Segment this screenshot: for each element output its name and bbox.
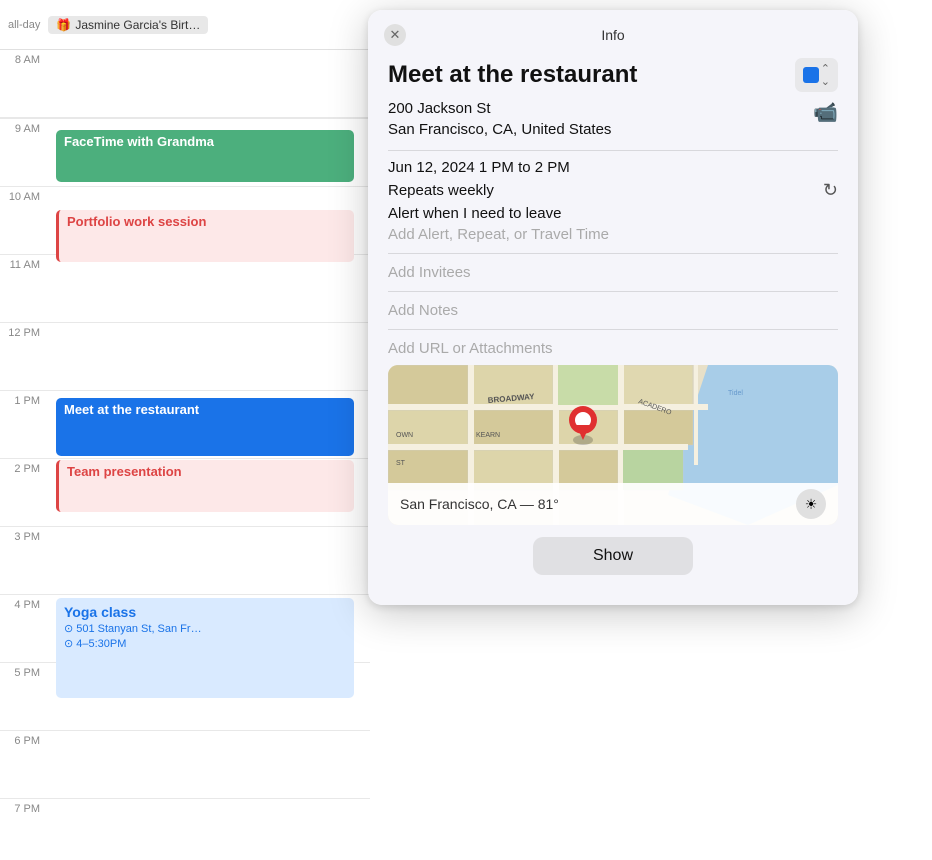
map-location-text: San Francisco, CA — 81° bbox=[400, 496, 559, 512]
popup-alert-row: Alert when I need to leave bbox=[388, 205, 838, 222]
popup-add-alert-text: Add Alert, Repeat, or Travel Time bbox=[388, 226, 609, 243]
popup-divider-1 bbox=[388, 150, 838, 151]
popup-body: Meet at the restaurant ⌃⌄ 200 Jackson St… bbox=[368, 50, 858, 605]
time-10am: 10 AM bbox=[0, 187, 48, 203]
popup-event-title: Meet at the restaurant bbox=[388, 61, 637, 89]
location-line1: 200 Jackson St bbox=[388, 98, 611, 119]
birthday-icon: 🎁 bbox=[56, 18, 71, 32]
portfolio-event-title: Portfolio work session bbox=[67, 214, 206, 229]
clock-icon: ⊙ bbox=[64, 637, 73, 650]
all-day-event[interactable]: 🎁 Jasmine Garcia's Birt… bbox=[48, 16, 208, 34]
map-status-bar: San Francisco, CA — 81° ☀ bbox=[388, 483, 838, 525]
time-8am: 8 AM bbox=[0, 54, 48, 66]
popup-divider-4 bbox=[388, 329, 838, 330]
yoga-event[interactable]: Yoga class ⊙ 501 Stanyan St, San Fr… ⊙ 4… bbox=[56, 598, 354, 698]
restaurant-event[interactable]: Meet at the restaurant bbox=[56, 398, 354, 456]
popup-date-time: Jun 12, 2024 1 PM to 2 PM bbox=[388, 159, 570, 176]
all-day-event-text: Jasmine Garcia's Birt… bbox=[75, 18, 200, 32]
popup-divider-2 bbox=[388, 253, 838, 254]
time-12pm: 12 PM bbox=[0, 323, 48, 339]
popup-alert-text: Alert when I need to leave bbox=[388, 205, 561, 222]
repeat-icon: ↻ bbox=[823, 180, 838, 201]
portfolio-event[interactable]: Portfolio work session bbox=[56, 210, 354, 262]
svg-text:ST: ST bbox=[396, 460, 406, 467]
yoga-title: Yoga class bbox=[64, 604, 346, 620]
popup-add-alert-row[interactable]: Add Alert, Repeat, or Travel Time bbox=[388, 226, 838, 243]
close-icon: ✕ bbox=[390, 27, 401, 43]
facetime-event-title: FaceTime with Grandma bbox=[64, 134, 214, 149]
info-popup: ✕ Info Meet at the restaurant ⌃⌄ 200 Jac… bbox=[368, 10, 858, 605]
yoga-time-row: ⊙ 4–5:30PM bbox=[64, 637, 346, 650]
popup-invitees-text: Add Invitees bbox=[388, 264, 471, 281]
popup-header: ✕ Info bbox=[368, 10, 858, 50]
popup-title: Info bbox=[601, 27, 624, 43]
all-day-label: all-day bbox=[8, 19, 40, 31]
time-grid: 8 AM 9 AM 10 AM 11 AM 12 PM 1 PM 2 PM 3 … bbox=[0, 50, 370, 860]
location-line2: San Francisco, CA, United States bbox=[388, 119, 611, 140]
time-5pm: 5 PM bbox=[0, 663, 48, 679]
close-button[interactable]: ✕ bbox=[384, 24, 406, 46]
popup-event-title-row: Meet at the restaurant ⌃⌄ bbox=[388, 58, 838, 92]
time-9am: 9 AM bbox=[0, 119, 48, 135]
team-event-title: Team presentation bbox=[67, 464, 182, 479]
popup-location: 200 Jackson St San Francisco, CA, United… bbox=[388, 98, 611, 140]
facetime-event[interactable]: FaceTime with Grandma bbox=[56, 130, 354, 182]
popup-divider-3 bbox=[388, 291, 838, 292]
time-2pm: 2 PM bbox=[0, 459, 48, 475]
time-4pm: 4 PM bbox=[0, 595, 48, 611]
show-button[interactable]: Show bbox=[533, 537, 693, 575]
team-event[interactable]: Team presentation bbox=[56, 460, 354, 512]
popup-notes-text: Add Notes bbox=[388, 302, 458, 319]
popup-map[interactable]: BROADWAY ACADERO OWN KEARN ST Tidel San … bbox=[388, 365, 838, 525]
video-icon: 📹 bbox=[813, 100, 838, 125]
all-day-row: all-day 🎁 Jasmine Garcia's Birt… bbox=[0, 0, 370, 50]
time-6pm: 6 PM bbox=[0, 731, 48, 747]
svg-text:OWN: OWN bbox=[396, 432, 413, 439]
yoga-location: 501 Stanyan St, San Fr… bbox=[76, 623, 201, 635]
time-row-8am: 8 AM bbox=[0, 50, 370, 118]
yoga-time: 4–5:30PM bbox=[76, 638, 126, 650]
popup-repeat-text: Repeats weekly bbox=[388, 182, 494, 199]
popup-repeat-row: Repeats weekly ↻ bbox=[388, 180, 838, 201]
time-3pm: 3 PM bbox=[0, 527, 48, 543]
popup-url-text: Add URL or Attachments bbox=[388, 340, 553, 357]
time-7pm: 7 PM bbox=[0, 799, 48, 815]
time-11am: 11 AM bbox=[0, 255, 48, 271]
location-icon: ⊙ bbox=[64, 622, 73, 635]
popup-notes-row[interactable]: Add Notes bbox=[388, 302, 838, 319]
svg-text:Tidel: Tidel bbox=[728, 390, 743, 397]
popup-location-row: 200 Jackson St San Francisco, CA, United… bbox=[388, 98, 838, 140]
popup-date-row: Jun 12, 2024 1 PM to 2 PM bbox=[388, 159, 838, 176]
chevron-updown-icon: ⌃⌄ bbox=[821, 62, 830, 88]
popup-url-row[interactable]: Add URL or Attachments bbox=[388, 340, 838, 357]
map-canvas: BROADWAY ACADERO OWN KEARN ST Tidel San … bbox=[388, 365, 838, 525]
color-dot bbox=[803, 67, 819, 83]
time-1pm: 1 PM bbox=[0, 391, 48, 407]
restaurant-event-title: Meet at the restaurant bbox=[64, 402, 199, 417]
yoga-location-row: ⊙ 501 Stanyan St, San Fr… bbox=[64, 622, 346, 635]
map-weather-button[interactable]: ☀ bbox=[796, 489, 826, 519]
popup-invitees-row[interactable]: Add Invitees bbox=[388, 264, 838, 281]
color-picker-button[interactable]: ⌃⌄ bbox=[795, 58, 838, 92]
svg-text:KEARN: KEARN bbox=[476, 432, 500, 439]
